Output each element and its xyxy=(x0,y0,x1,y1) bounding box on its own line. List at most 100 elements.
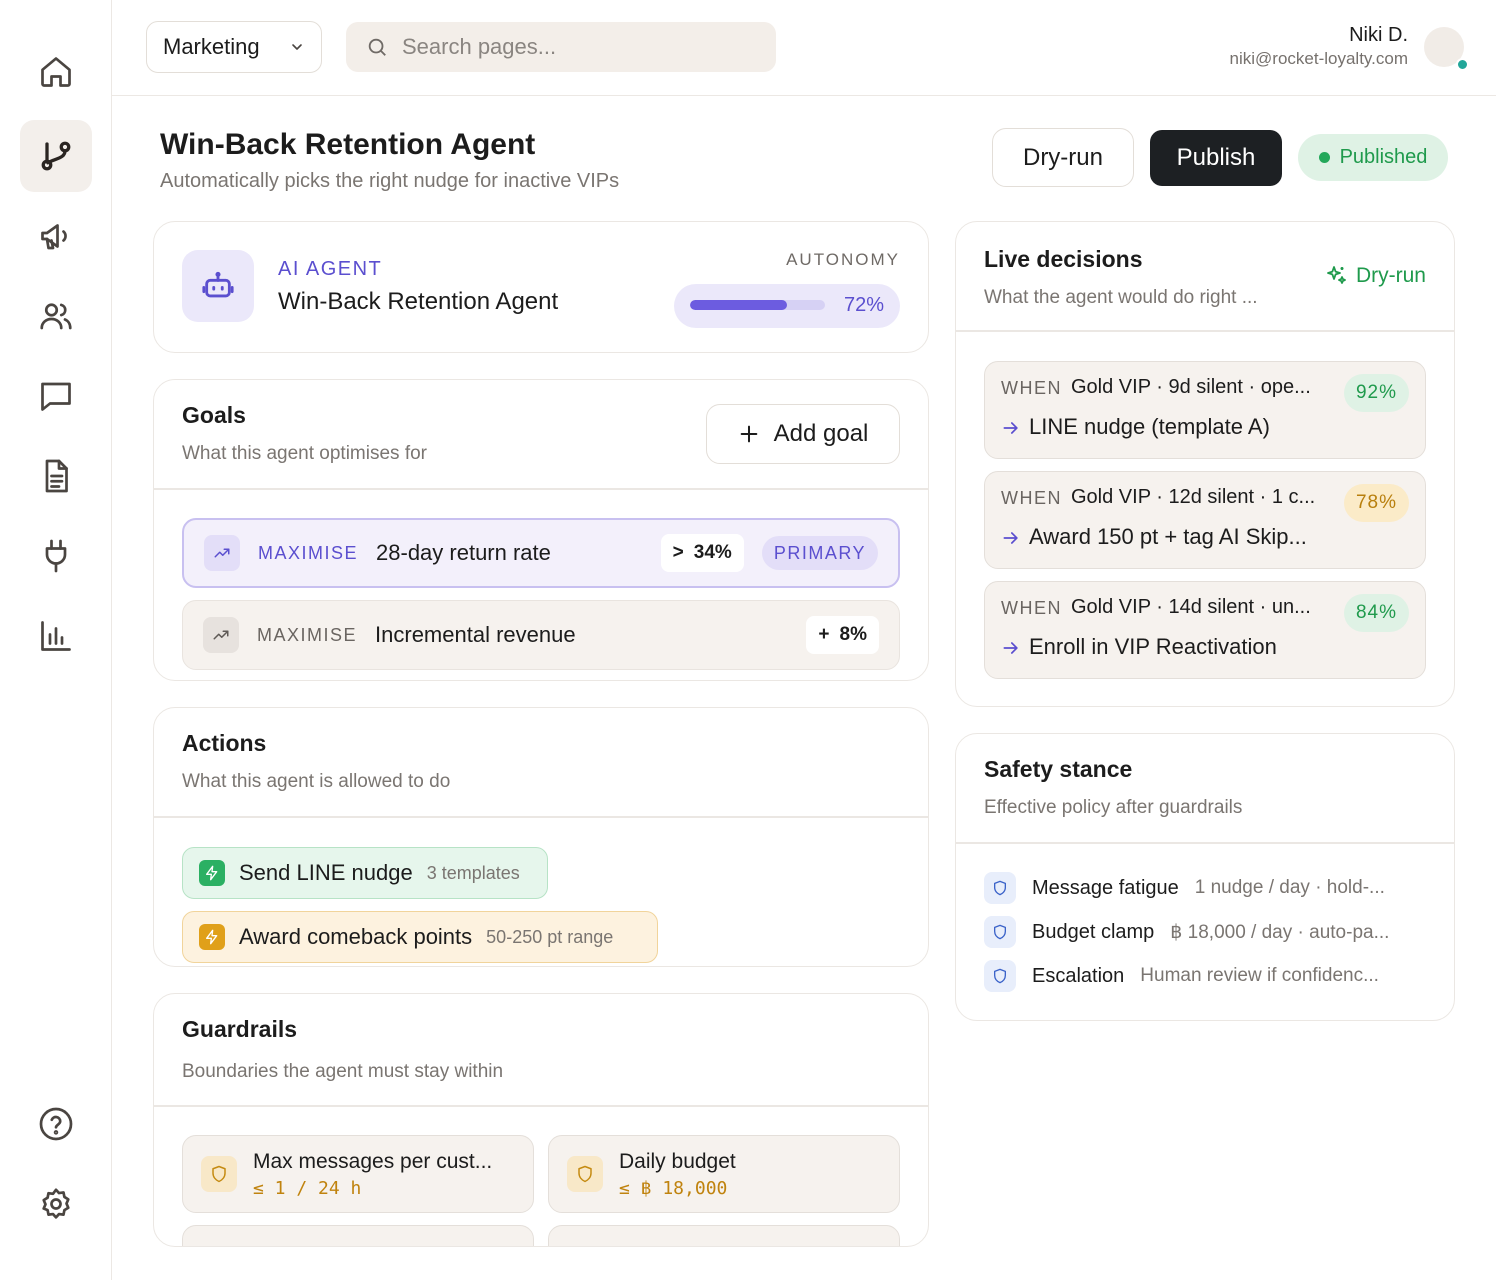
stance-value: ฿ 18,000 / day · auto-pa... xyxy=(1170,921,1390,943)
stance-row: Budget clamp ฿ 18,000 / day · auto-pa... xyxy=(984,916,1426,948)
stance-value: 1 nudge / day · hold-... xyxy=(1194,877,1385,898)
user-email: niki@rocket-loyalty.com xyxy=(1229,49,1408,68)
goal-kind: MAXIMISE xyxy=(257,624,358,645)
stance-value: Human review if confidenc... xyxy=(1140,965,1379,986)
agent-card: AI AGENT Win-Back Retention Agent AUTONO… xyxy=(153,221,929,353)
nav-campaigns[interactable] xyxy=(20,200,92,272)
decision-action: Award 150 pt + tag AI Skip... xyxy=(1029,524,1307,549)
action-chip[interactable]: Send LINE nudge 3 templates xyxy=(182,847,548,899)
plus-icon xyxy=(740,425,757,443)
action-label: Award comeback points xyxy=(239,924,473,949)
nav-agents[interactable] xyxy=(20,120,92,192)
dry-run-link-label: Dry-run xyxy=(1355,264,1426,287)
confidence-badge: 78% xyxy=(1343,484,1409,522)
guardrail-tile[interactable]: Max messages per cust... ≤ 1 / 24 h xyxy=(182,1135,534,1213)
action-chip[interactable]: Award comeback points 50-250 pt range xyxy=(182,911,658,963)
users-icon xyxy=(40,303,72,330)
online-status-dot xyxy=(1456,58,1469,71)
when-label: WHEN xyxy=(1001,598,1062,618)
bolt-icon xyxy=(199,924,225,950)
primary-tag: PRIMARY xyxy=(761,536,878,570)
decision-condition: Gold VIP · 12d silent · 1 c... xyxy=(1071,486,1316,508)
shield-icon xyxy=(567,1156,603,1192)
search-icon xyxy=(368,38,386,56)
nav-integrations[interactable] xyxy=(20,520,92,592)
nav-members[interactable] xyxy=(20,280,92,352)
robot-icon xyxy=(202,271,234,298)
user-info: Niki D. niki@rocket-loyalty.com xyxy=(1230,24,1408,69)
arrow-right-icon xyxy=(1003,422,1018,434)
autonomy-fill xyxy=(690,300,788,310)
guardrail-tile[interactable]: Daily budget ≤ ฿ 18,000 xyxy=(548,1135,900,1213)
sidebar xyxy=(0,0,112,1280)
add-goal-button[interactable]: Add goal xyxy=(706,404,900,464)
search-bar[interactable] xyxy=(346,22,776,72)
dry-run-link[interactable]: Dry-run xyxy=(1324,264,1426,288)
goal-name: 28-day return rate xyxy=(376,540,551,565)
guardrail-name: Max messages per cust... xyxy=(253,1150,493,1173)
stance-row: Message fatigue 1 nudge / day · hold-... xyxy=(984,872,1426,904)
guardrail-value: ≤ ฿ 18,000 xyxy=(619,1178,728,1199)
status-dot xyxy=(1318,152,1330,163)
safety-stance-card: Safety stance Effective policy after gua… xyxy=(955,733,1455,1021)
decision-condition: Gold VIP · 14d silent · un... xyxy=(1071,596,1311,618)
page-subtitle: Automatically picks the right nudge for … xyxy=(160,170,620,192)
stance-key: Budget clamp xyxy=(1032,920,1155,943)
nav-messages[interactable] xyxy=(20,360,92,432)
avatar[interactable] xyxy=(1424,27,1469,71)
stance-key: Message fatigue xyxy=(1032,876,1179,899)
actions-divider xyxy=(154,816,928,818)
decision-row[interactable]: WHEN Gold VIP · 9d silent · ope... 92% L… xyxy=(984,361,1426,459)
bolt-icon xyxy=(199,860,225,886)
live-subtitle: What the agent would do right ... xyxy=(984,287,1258,308)
guardrails-title: Guardrails xyxy=(182,1016,298,1042)
goal-row[interactable]: MAXIMISE Incremental revenue + 8% xyxy=(182,600,900,670)
home-icon xyxy=(41,57,71,87)
autonomy-value: 72% xyxy=(843,294,884,316)
goal-target-value: 34% xyxy=(693,542,732,563)
autonomy-meter[interactable]: 72% xyxy=(674,284,900,328)
megaphone-icon xyxy=(41,224,67,250)
status-label: Published xyxy=(1339,146,1428,168)
search-input[interactable] xyxy=(402,34,742,60)
decision-row[interactable]: WHEN Gold VIP · 14d silent · un... 84% E… xyxy=(984,581,1426,679)
autonomy-label: AUTONOMY xyxy=(786,250,900,269)
page-title: Win-Back Retention Agent xyxy=(160,128,536,161)
nav-home[interactable] xyxy=(20,36,92,108)
nav-documents[interactable] xyxy=(20,440,92,512)
chat-icon xyxy=(41,382,71,411)
guardrail-name: Daily budget xyxy=(619,1150,736,1173)
decision-row[interactable]: WHEN Gold VIP · 12d silent · 1 c... 78% … xyxy=(984,471,1426,569)
guardrail-tile[interactable] xyxy=(548,1225,900,1246)
nav-settings[interactable] xyxy=(20,1168,92,1240)
workspace-select[interactable]: Marketing xyxy=(146,21,322,73)
guardrails-card: Guardrails Boundaries the agent must sta… xyxy=(153,993,929,1247)
topbar: Marketing Niki D. niki@rocket-loyalty.co… xyxy=(112,0,1496,96)
nav-analytics[interactable] xyxy=(20,600,92,672)
action-meta: 50-250 pt range xyxy=(486,926,614,947)
actions-title: Actions xyxy=(182,730,267,756)
safety-title: Safety stance xyxy=(984,756,1133,782)
branch-icon xyxy=(41,141,71,171)
status-badge: Published xyxy=(1298,134,1448,181)
shield-icon xyxy=(984,960,1016,992)
goal-kind: MAXIMISE xyxy=(258,542,359,563)
confidence-badge: 84% xyxy=(1343,594,1409,632)
goals-divider xyxy=(154,488,928,490)
goal-row[interactable]: MAXIMISE 28-day return rate > 34% PRIMAR… xyxy=(182,518,900,588)
safety-subtitle: Effective policy after guardrails xyxy=(984,797,1243,818)
nav-help[interactable] xyxy=(20,1088,92,1160)
dry-run-button[interactable]: Dry-run xyxy=(992,128,1134,187)
confidence-badge: 92% xyxy=(1343,374,1409,412)
user-name: Niki D. xyxy=(1349,24,1408,46)
chevron-down-icon xyxy=(292,44,302,50)
agent-name: Win-Back Retention Agent xyxy=(278,288,559,315)
guardrail-tile[interactable] xyxy=(182,1225,534,1246)
stance-key: Escalation xyxy=(1032,964,1125,987)
publish-button[interactable]: Publish xyxy=(1150,130,1282,186)
decision-condition: Gold VIP · 9d silent · ope... xyxy=(1071,376,1311,398)
autonomy-track xyxy=(690,300,825,310)
when-label: WHEN xyxy=(1001,488,1062,508)
when-label: WHEN xyxy=(1001,378,1062,398)
goal-target-value: 8% xyxy=(839,624,867,645)
